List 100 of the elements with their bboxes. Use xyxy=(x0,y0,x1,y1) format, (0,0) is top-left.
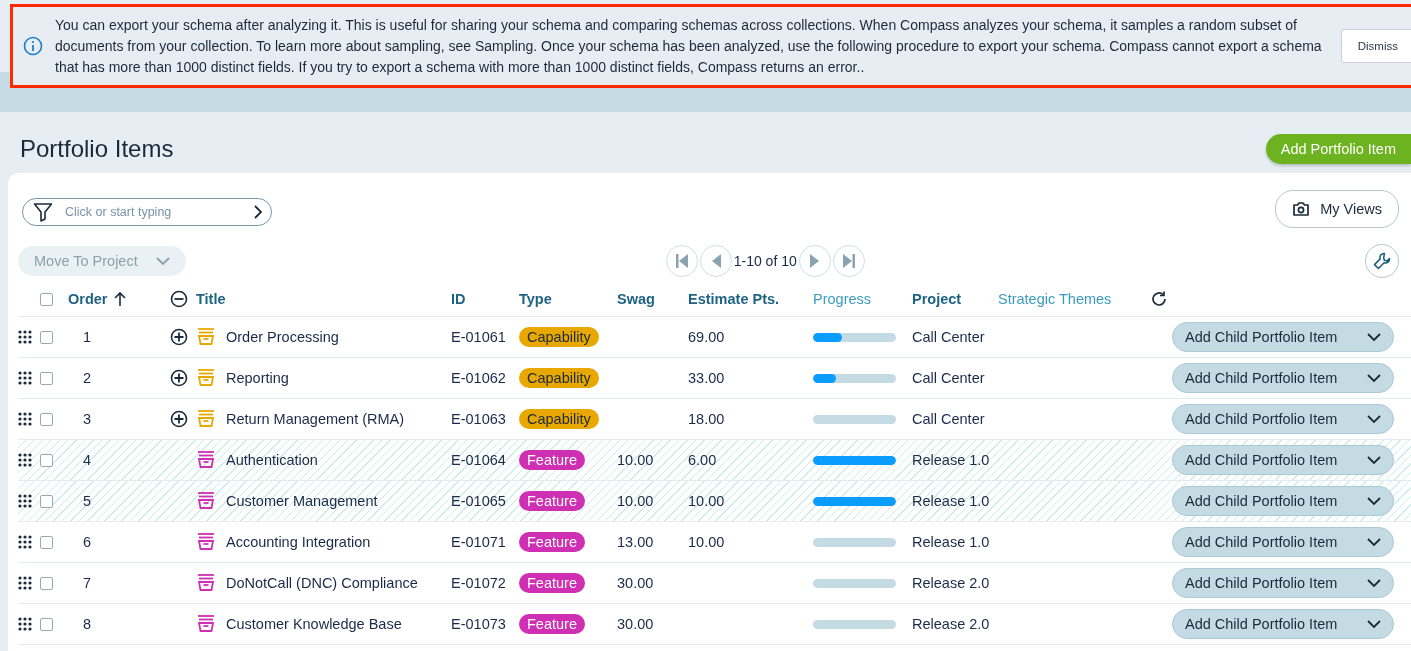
add-child-button[interactable]: Add Child Portfolio Item xyxy=(1172,404,1394,434)
column-header[interactable]: Title xyxy=(196,291,226,307)
id-cell-text: E-01063 xyxy=(451,411,507,427)
feature-icon xyxy=(196,612,216,633)
row-checkbox[interactable] xyxy=(40,453,53,467)
row-checkbox[interactable] xyxy=(40,330,53,344)
table-row[interactable]: 8 Customer Knowledge Base E-01073 Feature 30.00 Release 2.0 Add Child Portfolio Item xyxy=(18,604,1411,645)
wrench-icon xyxy=(1372,251,1392,271)
drag-handle-icon[interactable] xyxy=(18,330,32,344)
refresh-icon[interactable] xyxy=(1150,290,1168,308)
feature-icon xyxy=(196,489,216,510)
column-header[interactable]: Swag xyxy=(617,291,688,307)
estimate-cell-text: 10.00 xyxy=(688,493,726,509)
column-header[interactable]: Type xyxy=(519,291,617,307)
swag-cell-text: 30.00 xyxy=(617,575,655,591)
collapse-all-icon[interactable] xyxy=(170,290,188,308)
chevron-down-icon xyxy=(1367,373,1381,383)
capability-icon xyxy=(196,407,216,428)
drag-handle-icon[interactable] xyxy=(18,535,32,549)
title-cell[interactable]: Customer Knowledge Base xyxy=(226,616,451,632)
page-range: 1-10 of 10 xyxy=(733,253,797,269)
next-page-button[interactable] xyxy=(798,245,831,277)
page-title: Portfolio Items xyxy=(20,135,174,163)
drag-handle-icon[interactable] xyxy=(18,412,32,426)
first-page-button[interactable] xyxy=(665,245,698,277)
expand-icon[interactable] xyxy=(170,328,188,346)
add-child-button[interactable]: Add Child Portfolio Item xyxy=(1172,527,1394,557)
column-header[interactable]: ID xyxy=(451,291,519,307)
sort-ascending-icon[interactable] xyxy=(113,291,126,307)
table-row[interactable]: 5 Customer Management E-01065 Feature 10.00 10.00 Release 1.0 Add Child Portfolio Item xyxy=(18,481,1411,522)
chevron-down-icon xyxy=(155,256,170,266)
estimate-cell-text: 6.00 xyxy=(688,452,718,468)
type-tag: Feature xyxy=(519,532,585,552)
add-child-button[interactable]: Add Child Portfolio Item xyxy=(1172,568,1394,598)
type-tag: Capability xyxy=(519,368,599,388)
add-child-button[interactable]: Add Child Portfolio Item xyxy=(1172,363,1394,393)
next-page-icon xyxy=(808,253,821,269)
title-cell[interactable]: DoNotCall (DNC) Compliance xyxy=(226,575,451,591)
first-page-icon xyxy=(674,253,689,269)
chevron-down-icon xyxy=(1367,332,1381,342)
estimate-cell-text: 18.00 xyxy=(688,411,726,427)
title-cell[interactable]: Accounting Integration xyxy=(226,534,451,550)
filter-input[interactable]: Click or start typing xyxy=(63,204,243,220)
title-cell[interactable]: Authentication xyxy=(226,452,451,468)
expand-icon[interactable] xyxy=(170,410,188,428)
row-checkbox[interactable] xyxy=(40,535,53,549)
chevron-right-icon xyxy=(253,205,263,219)
settings-button[interactable] xyxy=(1365,244,1399,278)
row-checkbox[interactable] xyxy=(40,412,53,426)
expand-icon[interactable] xyxy=(170,369,188,387)
order-cell-text: 1 xyxy=(82,329,93,345)
project-cell-text: Release 1.0 xyxy=(912,452,991,468)
id-cell-text: E-01071 xyxy=(451,534,507,550)
chevron-down-icon xyxy=(1367,619,1381,629)
column-header[interactable]: Project xyxy=(912,291,998,307)
table-row[interactable]: 6 Accounting Integration E-01071 Feature 13.00 10.00 Release 1.0 Add Child Portfolio Item xyxy=(18,522,1411,563)
drag-handle-icon[interactable] xyxy=(18,371,32,385)
drag-handle-icon[interactable] xyxy=(18,576,32,590)
drag-handle-icon[interactable] xyxy=(18,494,32,508)
capability-icon xyxy=(196,366,216,387)
swag-cell-text: 13.00 xyxy=(617,534,655,550)
chevron-down-icon xyxy=(1367,414,1381,424)
table-row[interactable]: 7 DoNotCall (DNC) Compliance E-01072 Feature 30.00 Release 2.0 Add Child Portfolio Item xyxy=(18,563,1411,604)
table-row[interactable]: 2 Reporting E-01062 Capability 33.00 Call Center Add Child Portfolio Item xyxy=(18,358,1411,399)
dismiss-button[interactable]: Dismiss xyxy=(1340,29,1411,63)
row-checkbox[interactable] xyxy=(40,371,53,385)
last-page-button[interactable] xyxy=(832,245,865,277)
row-checkbox[interactable] xyxy=(40,576,53,590)
title-cell[interactable]: Reporting xyxy=(226,370,451,386)
add-child-button[interactable]: Add Child Portfolio Item xyxy=(1172,445,1394,475)
add-child-button[interactable]: Add Child Portfolio Item xyxy=(1172,486,1394,516)
my-views-button[interactable]: My Views xyxy=(1275,190,1399,228)
title-cell[interactable]: Return Management (RMA) xyxy=(226,411,451,427)
column-header[interactable]: Order xyxy=(68,291,108,307)
title-cell[interactable]: Customer Management xyxy=(226,493,451,509)
order-cell-text: 8 xyxy=(82,616,93,632)
title-cell[interactable]: Order Processing xyxy=(226,329,451,345)
order-cell-text: 3 xyxy=(82,411,93,427)
type-tag: Capability xyxy=(519,327,599,347)
drag-handle-icon[interactable] xyxy=(18,617,32,631)
type-tag: Feature xyxy=(519,614,585,634)
chevron-down-icon xyxy=(1367,537,1381,547)
select-all-checkbox[interactable] xyxy=(40,292,53,306)
type-tag: Feature xyxy=(519,491,585,511)
row-checkbox[interactable] xyxy=(40,617,53,631)
add-child-button[interactable]: Add Child Portfolio Item xyxy=(1172,609,1394,639)
estimate-cell-text: 33.00 xyxy=(688,370,726,386)
row-checkbox[interactable] xyxy=(40,494,53,508)
id-cell-text: E-01072 xyxy=(451,575,507,591)
previous-page-button[interactable] xyxy=(699,245,732,277)
chevron-down-icon xyxy=(1367,455,1381,465)
add-child-button[interactable]: Add Child Portfolio Item xyxy=(1172,322,1394,352)
drag-handle-icon[interactable] xyxy=(18,453,32,467)
project-cell-text: Release 2.0 xyxy=(912,575,991,591)
chevron-down-icon xyxy=(1367,578,1381,588)
table-row[interactable]: 1 Order Processing E-01061 Capability 69.00 Call Center Add Child Portfolio Item xyxy=(18,317,1411,358)
camera-icon xyxy=(1292,201,1311,217)
column-header[interactable]: Estimate Pts. xyxy=(688,291,813,307)
banner-message: You can export your schema after analyzing it. This is useful for sharing your schema and comparing schemas across collections. When Compass analyzes your schema, it samples a random subset of documents from your collection. To learn more about sampling, see Sampling. Once your schema has been analyzed, use the following procedure to export your schema. Compass cannot export a schema that has more than 1000 distinct fields. If you try to export a schema with more than 1000 distinct fields, Compass returns an error.. xyxy=(55,15,1323,77)
table-row[interactable]: 4 Authentication E-01064 Feature 10.00 6.00 Release 1.0 Add Child Portfolio Item xyxy=(18,440,1411,481)
